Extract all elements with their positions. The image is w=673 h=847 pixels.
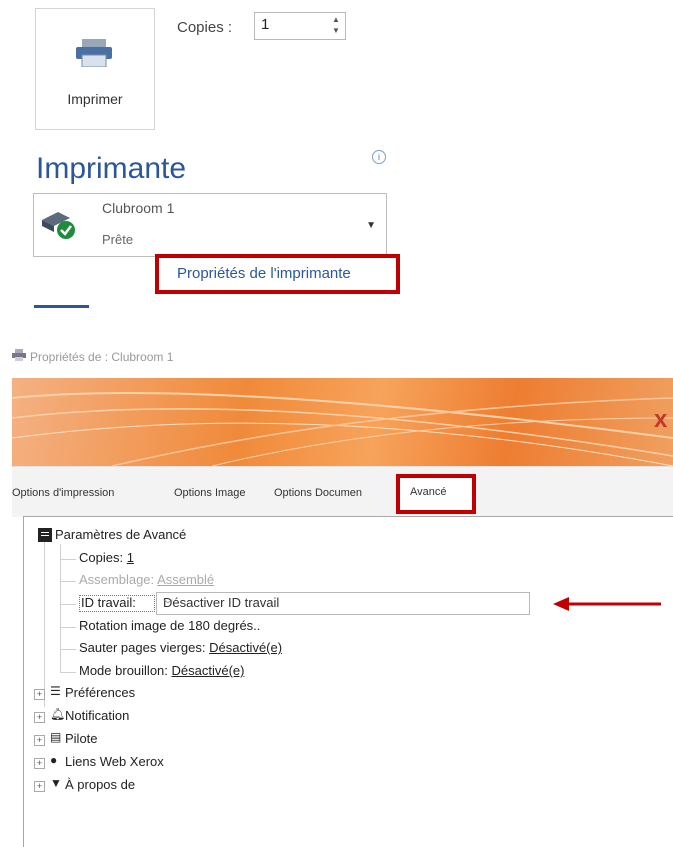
red-arrow-icon (553, 597, 661, 611)
tree-item-collation: Assemblage: Assemblé (79, 572, 214, 587)
tree-item-copies[interactable]: Copies: 1 (79, 550, 134, 565)
copies-input[interactable]: 1 ▲ ▼ (254, 12, 346, 40)
tree-item-skip-blank[interactable]: Sauter pages vierges: Désactivé(e) (79, 640, 282, 655)
banner-stripes (12, 392, 673, 466)
tree-group-about[interactable]: À propos de (65, 777, 135, 792)
expand-icon[interactable]: + (34, 689, 45, 700)
tab-advanced[interactable]: Avancé (396, 474, 476, 514)
job-id-select[interactable]: Désactiver ID travail ﹀ (156, 592, 530, 615)
globe-icon: ● (50, 753, 58, 767)
skip-blank-label: Sauter pages vierges: (79, 640, 206, 655)
draft-mode-value[interactable]: Désactivé(e) (172, 663, 245, 678)
print-button[interactable]: Imprimer (35, 8, 155, 130)
tree-group-driver[interactable]: Pilote (65, 731, 98, 746)
cut-off-section-title: ▔▔▔ (34, 305, 89, 315)
printer-properties-link-text: Propriétés de l'imprimante (177, 265, 351, 282)
copies-tree-label: Copies: (79, 550, 124, 565)
expand-icon[interactable]: + (34, 758, 45, 769)
expand-icon[interactable]: + (34, 781, 45, 792)
printer-icon (76, 39, 112, 67)
copies-label: Copies : (177, 19, 233, 36)
printer-status: Prête (102, 232, 134, 247)
tree-line (44, 542, 45, 707)
tab-image-options[interactable]: Options Image (174, 487, 246, 499)
settings-tree (23, 516, 673, 847)
tab-print-options[interactable]: Options d'impression (12, 487, 114, 499)
expand-icon[interactable]: + (34, 712, 45, 723)
tree-item-rotation[interactable]: Rotation image de 180 degrés.. (79, 618, 260, 633)
copies-tree-value[interactable]: 1 (127, 550, 134, 565)
copies-value: 1 (261, 16, 270, 33)
collation-label: Assemblage: (79, 572, 155, 587)
printer-ready-icon (42, 212, 75, 239)
dialog-title: Propriétés de : Clubroom 1 (30, 350, 174, 364)
spin-up-icon[interactable]: ▲ (331, 15, 341, 24)
chat-icon: ▼ (50, 776, 62, 790)
draft-mode-label: Mode brouillon: (79, 663, 168, 678)
tab-document-options[interactable]: Options Documen (274, 487, 362, 499)
printer-properties-link[interactable]: Propriétés de l'imprimante (155, 254, 400, 294)
settings-root-icon (38, 528, 52, 542)
expand-icon[interactable]: + (34, 735, 45, 746)
bell-icon: 🔔︎ (50, 707, 66, 721)
close-icon[interactable]: x (654, 406, 667, 434)
job-id-label: ID travail: (81, 595, 136, 610)
tree-group-xerox-links[interactable]: Liens Web Xerox (65, 754, 164, 769)
dialog-banner (12, 378, 673, 466)
printer-small-icon (12, 349, 26, 361)
tree-group-notification[interactable]: Notification (65, 708, 129, 723)
tab-bar: Options d'impression Options Image Optio… (12, 466, 673, 517)
chevron-down-icon: ﹀ (163, 600, 173, 611)
chevron-down-icon: ▼ (366, 220, 376, 231)
tab-advanced-label: Avancé (410, 486, 447, 498)
skip-blank-value[interactable]: Désactivé(e) (209, 640, 282, 655)
tree-root-label: Paramètres de Avancé (55, 527, 187, 542)
print-button-label: Imprimer (67, 91, 123, 107)
printer-name: Clubroom 1 (102, 200, 175, 216)
preferences-icon: ☰ (50, 684, 61, 698)
tree-item-draft-mode[interactable]: Mode brouillon: Désactivé(e) (79, 663, 244, 678)
collation-value: Assemblé (157, 572, 215, 587)
info-icon[interactable]: i (372, 150, 386, 164)
tree-group-preferences[interactable]: Préférences (65, 685, 135, 700)
driver-icon: ▤ (50, 730, 62, 744)
spin-down-icon[interactable]: ▼ (331, 26, 341, 35)
printer-select[interactable]: Clubroom 1 Prête ▼ (33, 193, 387, 257)
printer-section-title: Imprimante (36, 152, 187, 185)
